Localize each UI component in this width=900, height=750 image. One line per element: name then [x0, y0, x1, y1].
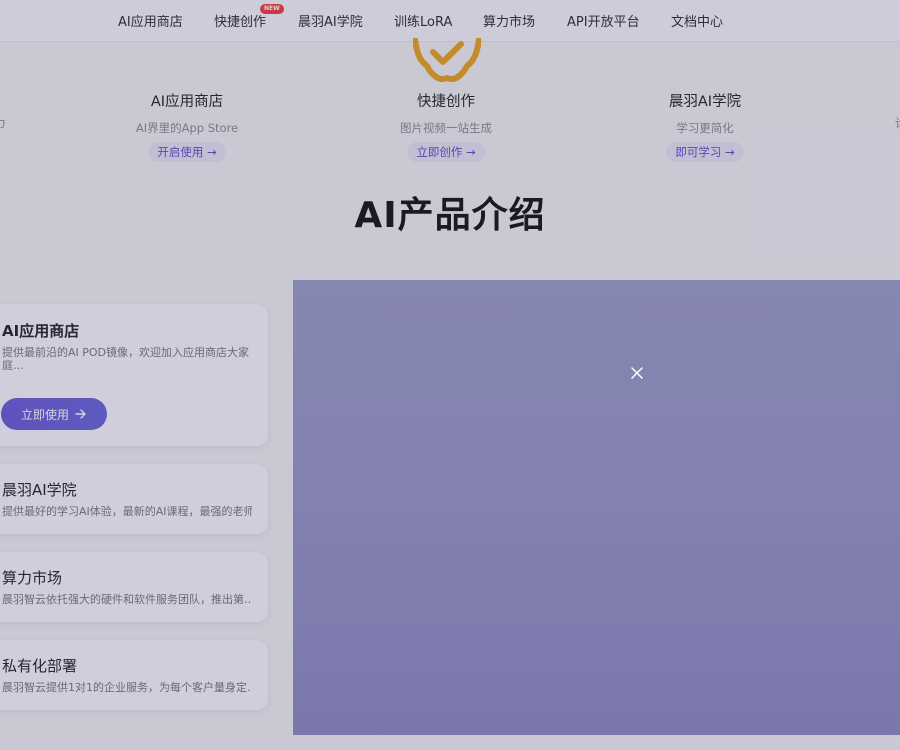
modal-overlay[interactable] — [0, 0, 900, 750]
close-icon[interactable] — [629, 365, 645, 381]
